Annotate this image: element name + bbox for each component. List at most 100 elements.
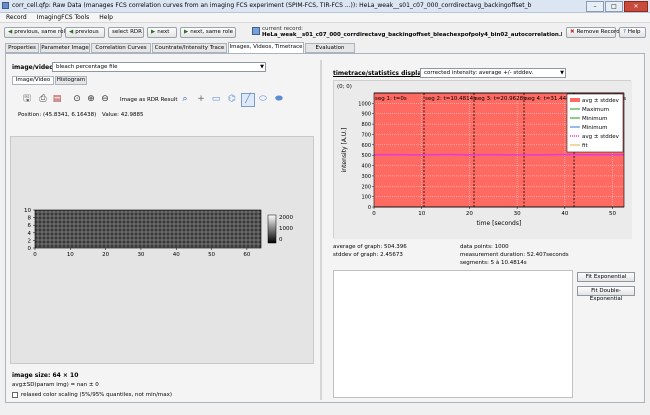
maximize-button[interactable]: □ xyxy=(605,1,623,12)
fit-results-textbox[interactable] xyxy=(333,270,573,398)
y-tick-label: 10 xyxy=(24,208,31,214)
minimize-button[interactable]: – xyxy=(586,1,604,12)
segment-label: seg 1: t=0s xyxy=(375,96,407,102)
timetrace-display-select[interactable]: corrected intensity: average +/- stddev.… xyxy=(420,68,566,78)
x-tick-label: 10 xyxy=(418,211,425,217)
record-icon xyxy=(252,27,260,35)
zoom-in-icon[interactable]: ⊕ xyxy=(86,94,96,104)
value-readout: Value: 42.9885 xyxy=(102,112,144,118)
timetrace-display-select-value: corrected intensity: average +/- stddev. xyxy=(424,70,534,76)
select-rdr-button[interactable]: select RDR xyxy=(108,27,144,38)
main-tabs: Properties Parameter Image Correlation C… xyxy=(5,42,645,59)
image-y-ticks: 0 24 68 10 xyxy=(24,208,35,252)
segment-label: seg 3: t=20.9628s xyxy=(475,96,526,102)
y-tick-label: 900 xyxy=(361,112,371,118)
image-subtabs: Image/Video Histogram xyxy=(12,76,122,86)
timetrace-plot-area[interactable]: (0; 0) seg 1: t=0s seg 2: t=10.4814s seg 3:… xyxy=(333,80,632,239)
colorbar-tick: 1000 xyxy=(279,226,293,232)
relaxed-color-scaling-label: relaxed color scaling (5%/95% quantiles,… xyxy=(21,392,173,398)
zoom-tool-icon[interactable]: ⌕ xyxy=(180,94,190,104)
x-tick-label: 20 xyxy=(466,211,473,217)
colorbar-tick: 0 xyxy=(279,237,283,243)
x-tick-label: 0 xyxy=(372,211,376,217)
y-tick-label: 300 xyxy=(361,174,371,180)
position-readout: Position: (45.8341, 6.16438) xyxy=(18,112,97,118)
legend-label: Minimum xyxy=(582,125,608,131)
rectangle-tool-icon[interactable]: ▭ xyxy=(211,94,221,104)
x-tick-label: 50 xyxy=(609,211,616,217)
save-icon[interactable]: 🖫 xyxy=(22,94,32,104)
avg-sd-label: avg±SD(param img) = nan ± 0 xyxy=(12,382,99,388)
colorbar-tick: 2000 xyxy=(279,215,293,221)
zoom-out-icon[interactable]: ⊖ xyxy=(100,94,110,104)
stat-duration: measurement duration: 52.407seconds xyxy=(460,252,569,258)
subtab-histogram[interactable]: Histogram xyxy=(55,76,87,85)
tab-parameter-image[interactable]: Parameter Image xyxy=(40,43,90,53)
segment-label: seg 2: t=10.4814s xyxy=(425,96,476,102)
remove-record-button[interactable]: ✖ Remove Record xyxy=(566,27,620,38)
circle-tool-icon[interactable]: ⬬ xyxy=(274,94,284,104)
previous-button[interactable]: ◀ previous xyxy=(65,27,105,38)
stat-data-points: data points: 1000 xyxy=(460,244,509,250)
fit-double-exponential-button[interactable]: Fit Double-Exponential xyxy=(577,286,635,302)
zoom-all-icon[interactable]: ⊙ xyxy=(72,94,82,104)
image-x-ticks: 0 10 20 30 40 50 60 xyxy=(33,248,251,258)
x-tick-label: 20 xyxy=(102,252,109,258)
y-tick-label: 1000 xyxy=(358,101,371,107)
y-tick-label: 500 xyxy=(361,153,371,159)
subtab-image-video[interactable]: Image/Video xyxy=(12,76,54,85)
stat-segments: segments: 5 à 10.4814s xyxy=(460,260,527,266)
close-button[interactable]: ✕ xyxy=(624,1,648,12)
y-tick-label: 0 xyxy=(368,205,371,211)
copy-data-icon[interactable]: ▤ xyxy=(52,94,62,104)
y-tick-label: 6 xyxy=(28,223,32,229)
y-tick-label: 8 xyxy=(28,216,32,222)
next-button[interactable]: ▶ next xyxy=(147,27,177,38)
y-tick-label: 0 xyxy=(28,246,32,252)
splitter-handle[interactable] xyxy=(320,60,322,400)
image-video-select[interactable]: bleach percentage file ▼ xyxy=(52,62,266,72)
crosshair-icon[interactable]: + xyxy=(196,94,206,104)
arrow-left-icon: ◀ xyxy=(8,29,13,35)
print-icon[interactable]: ⎙ xyxy=(38,94,48,104)
tab-countrate-intensity-trace[interactable]: Countrate/Intensity Trace xyxy=(152,43,227,53)
image-as-rdr-label[interactable]: Image as RDR Result xyxy=(120,97,178,103)
title-bar: corr_cell.qfp: Raw Data (manages FCS cor… xyxy=(0,0,650,13)
tab-evaluation-results[interactable]: Evaluation Results xyxy=(305,43,355,59)
y-tick-label: 200 xyxy=(361,184,371,190)
y-axis-label: intensity [A.U.] xyxy=(341,128,348,173)
fit-exponential-button[interactable]: Fit Exponential xyxy=(577,272,635,282)
colorbar xyxy=(267,214,277,244)
x-tick-label: 60 xyxy=(243,252,250,258)
previous-same-role-button[interactable]: ◀ previous, same role xyxy=(4,27,68,38)
image-video-label: image/video: xyxy=(12,64,56,71)
x-axis-label: time [seconds] xyxy=(477,220,522,227)
y-tick-label: 2 xyxy=(28,238,32,244)
legend-label: fit xyxy=(582,143,588,149)
tab-properties[interactable]: Properties xyxy=(5,43,39,53)
tab-correlation-curves[interactable]: Correlation Curves xyxy=(91,43,151,53)
tab-images-videos-timetrace[interactable]: Images, Videos, Timetrace xyxy=(228,42,304,53)
help-button[interactable]: ? Help xyxy=(619,27,646,38)
relaxed-color-scaling-checkbox[interactable] xyxy=(12,392,18,398)
y-tick-label: 100 xyxy=(361,195,371,201)
arrow-right-icon: ▶ xyxy=(151,29,156,35)
menu-imagingfcs-tools[interactable]: ImagingFCS Tools xyxy=(37,13,90,22)
ellipse-tool-icon[interactable]: ⬭ xyxy=(258,94,268,104)
remove-icon: ✖ xyxy=(570,29,575,35)
arrow-left-icon: ◀ xyxy=(69,29,74,35)
y-tick-label: 700 xyxy=(361,132,371,138)
arrow-right-icon: ▶ xyxy=(184,29,189,35)
stat-average: average of graph: 504.396 xyxy=(333,244,407,250)
menu-help[interactable]: Help xyxy=(99,13,113,22)
y-tick-label: 800 xyxy=(361,122,371,128)
current-record-value: HeLa_weak__s01_c07_000_corrdirectavg_bac… xyxy=(262,32,562,38)
x-tick-label: 10 xyxy=(67,252,74,258)
timetrace-plot: (0; 0) seg 1: t=0s seg 2: t=10.4814s seg 3:… xyxy=(334,81,632,239)
line-tool-icon[interactable]: ╱ xyxy=(241,93,255,107)
polygon-tool-icon[interactable]: ⌬ xyxy=(227,94,237,104)
x-tick-label: 40 xyxy=(173,252,180,258)
next-same-role-button[interactable]: ▶ next, same role xyxy=(180,27,236,38)
image-plot-area[interactable]: 0 10 20 30 40 50 60 0 2 4 6 8 10 2000 1000 0 xyxy=(10,136,314,364)
menu-record[interactable]: Record xyxy=(6,13,27,22)
